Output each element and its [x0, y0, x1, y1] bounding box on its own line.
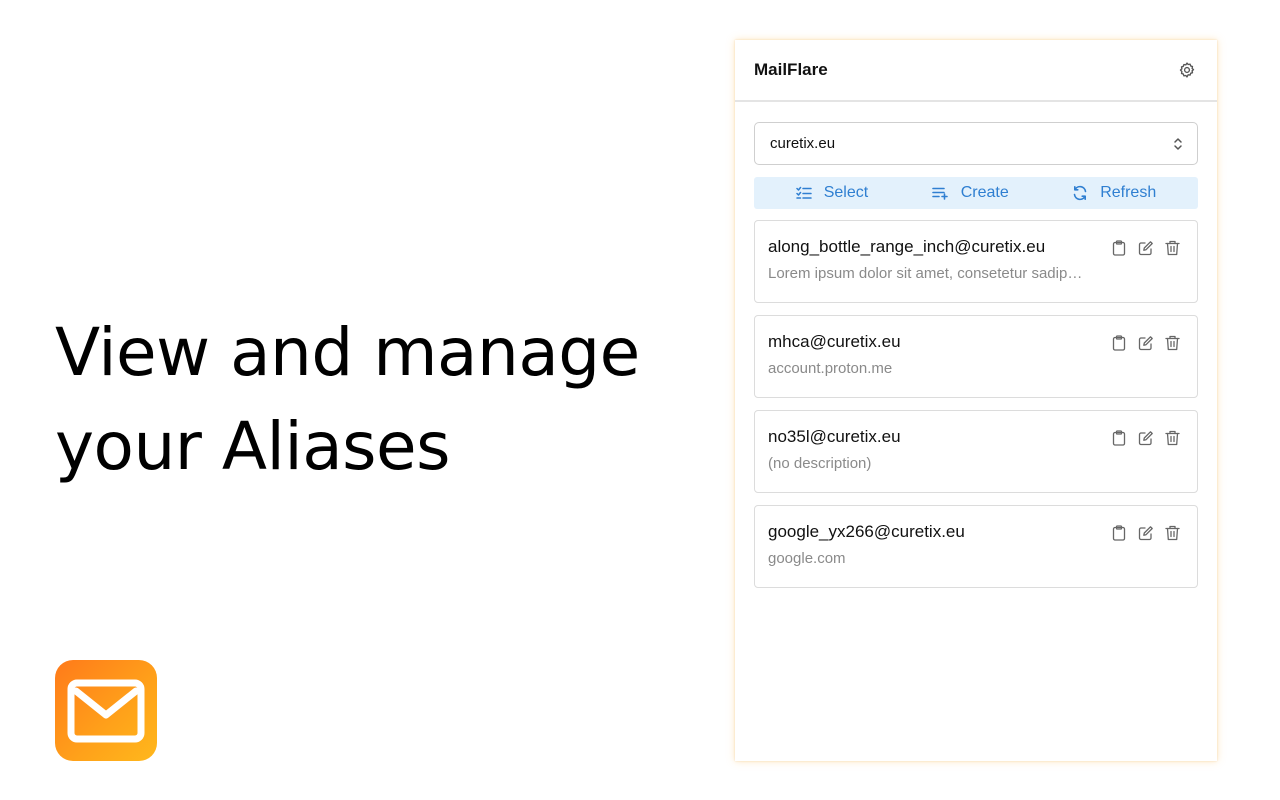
copy-alias-button[interactable]	[1110, 429, 1127, 446]
edit-alias-button[interactable]	[1137, 429, 1154, 446]
clipboard-icon	[1112, 334, 1125, 351]
edit-alias-button[interactable]	[1137, 334, 1154, 351]
alias-actions	[1110, 429, 1181, 446]
edit-alias-button[interactable]	[1137, 239, 1154, 256]
edit-icon	[1138, 335, 1153, 350]
edit-icon	[1138, 430, 1153, 445]
delete-alias-button[interactable]	[1164, 524, 1181, 541]
refresh-button[interactable]: Refresh	[1072, 184, 1156, 202]
alias-email: google_yx266@curetix.eu	[768, 522, 965, 541]
clipboard-icon	[1112, 239, 1125, 256]
settings-button[interactable]	[1176, 59, 1198, 81]
chevron-up-down-icon	[1174, 137, 1182, 150]
checklist-icon	[795, 186, 812, 199]
copy-alias-button[interactable]	[1110, 239, 1127, 256]
refresh-button-label: Refresh	[1100, 184, 1157, 201]
extension-popup: MailFlare curetix.eu Select Create Refre…	[735, 40, 1217, 761]
alias-email: no35l@curetix.eu	[768, 427, 901, 446]
alias-list: along_bottle_range_inch@curetix.eu Lorem…	[754, 220, 1198, 600]
alias-card[interactable]: no35l@curetix.eu (no description)	[754, 410, 1198, 493]
alias-card[interactable]: along_bottle_range_inch@curetix.eu Lorem…	[754, 220, 1198, 303]
delete-alias-button[interactable]	[1164, 429, 1181, 446]
alias-actions	[1110, 239, 1181, 256]
edit-icon	[1138, 525, 1153, 540]
create-button-label: Create	[960, 184, 1009, 201]
trash-icon	[1165, 240, 1180, 255]
alias-card[interactable]: google_yx266@curetix.eu google.com	[754, 505, 1198, 588]
trash-icon	[1165, 525, 1180, 540]
trash-icon	[1165, 430, 1180, 445]
alias-description: account.proton.me	[768, 360, 893, 377]
edit-alias-button[interactable]	[1137, 524, 1154, 541]
trash-icon	[1165, 335, 1180, 350]
alias-email: along_bottle_range_inch@curetix.eu	[768, 237, 1046, 256]
copy-alias-button[interactable]	[1110, 334, 1127, 351]
alias-email: mhca@curetix.eu	[768, 332, 901, 351]
create-button[interactable]: Create	[931, 184, 1009, 202]
delete-alias-button[interactable]	[1164, 239, 1181, 256]
delete-alias-button[interactable]	[1164, 334, 1181, 351]
alias-card[interactable]: mhca@curetix.eu account.proton.me	[754, 315, 1198, 398]
mail-envelope-icon	[67, 679, 145, 742]
domain-select-value: curetix.eu	[770, 135, 836, 152]
headline-line-1: View and manage	[55, 314, 640, 391]
alias-actions	[1110, 334, 1181, 351]
select-button[interactable]: Select	[795, 184, 869, 202]
alias-description: google.com	[768, 550, 846, 567]
clipboard-icon	[1112, 429, 1125, 446]
copy-alias-button[interactable]	[1110, 524, 1127, 541]
gear-icon	[1179, 62, 1195, 78]
refresh-icon	[1073, 185, 1087, 201]
domain-select[interactable]: curetix.eu	[754, 122, 1198, 165]
headline: View and manage your Aliases	[55, 306, 695, 494]
app-title: MailFlare	[754, 60, 828, 79]
alias-description: (no description)	[768, 455, 872, 472]
alias-description: Lorem ipsum dolor sit amet, consetetur s…	[768, 265, 1086, 282]
alias-actions	[1110, 524, 1181, 541]
select-button-label: Select	[823, 184, 869, 201]
playlist-add-icon	[931, 187, 948, 200]
alias-toolbar: Select Create Refresh	[754, 177, 1198, 209]
app-logo	[55, 660, 157, 761]
popup-header: MailFlare	[735, 40, 1217, 102]
edit-icon	[1138, 240, 1153, 255]
clipboard-icon	[1112, 524, 1125, 541]
headline-line-2: your Aliases	[55, 408, 451, 485]
